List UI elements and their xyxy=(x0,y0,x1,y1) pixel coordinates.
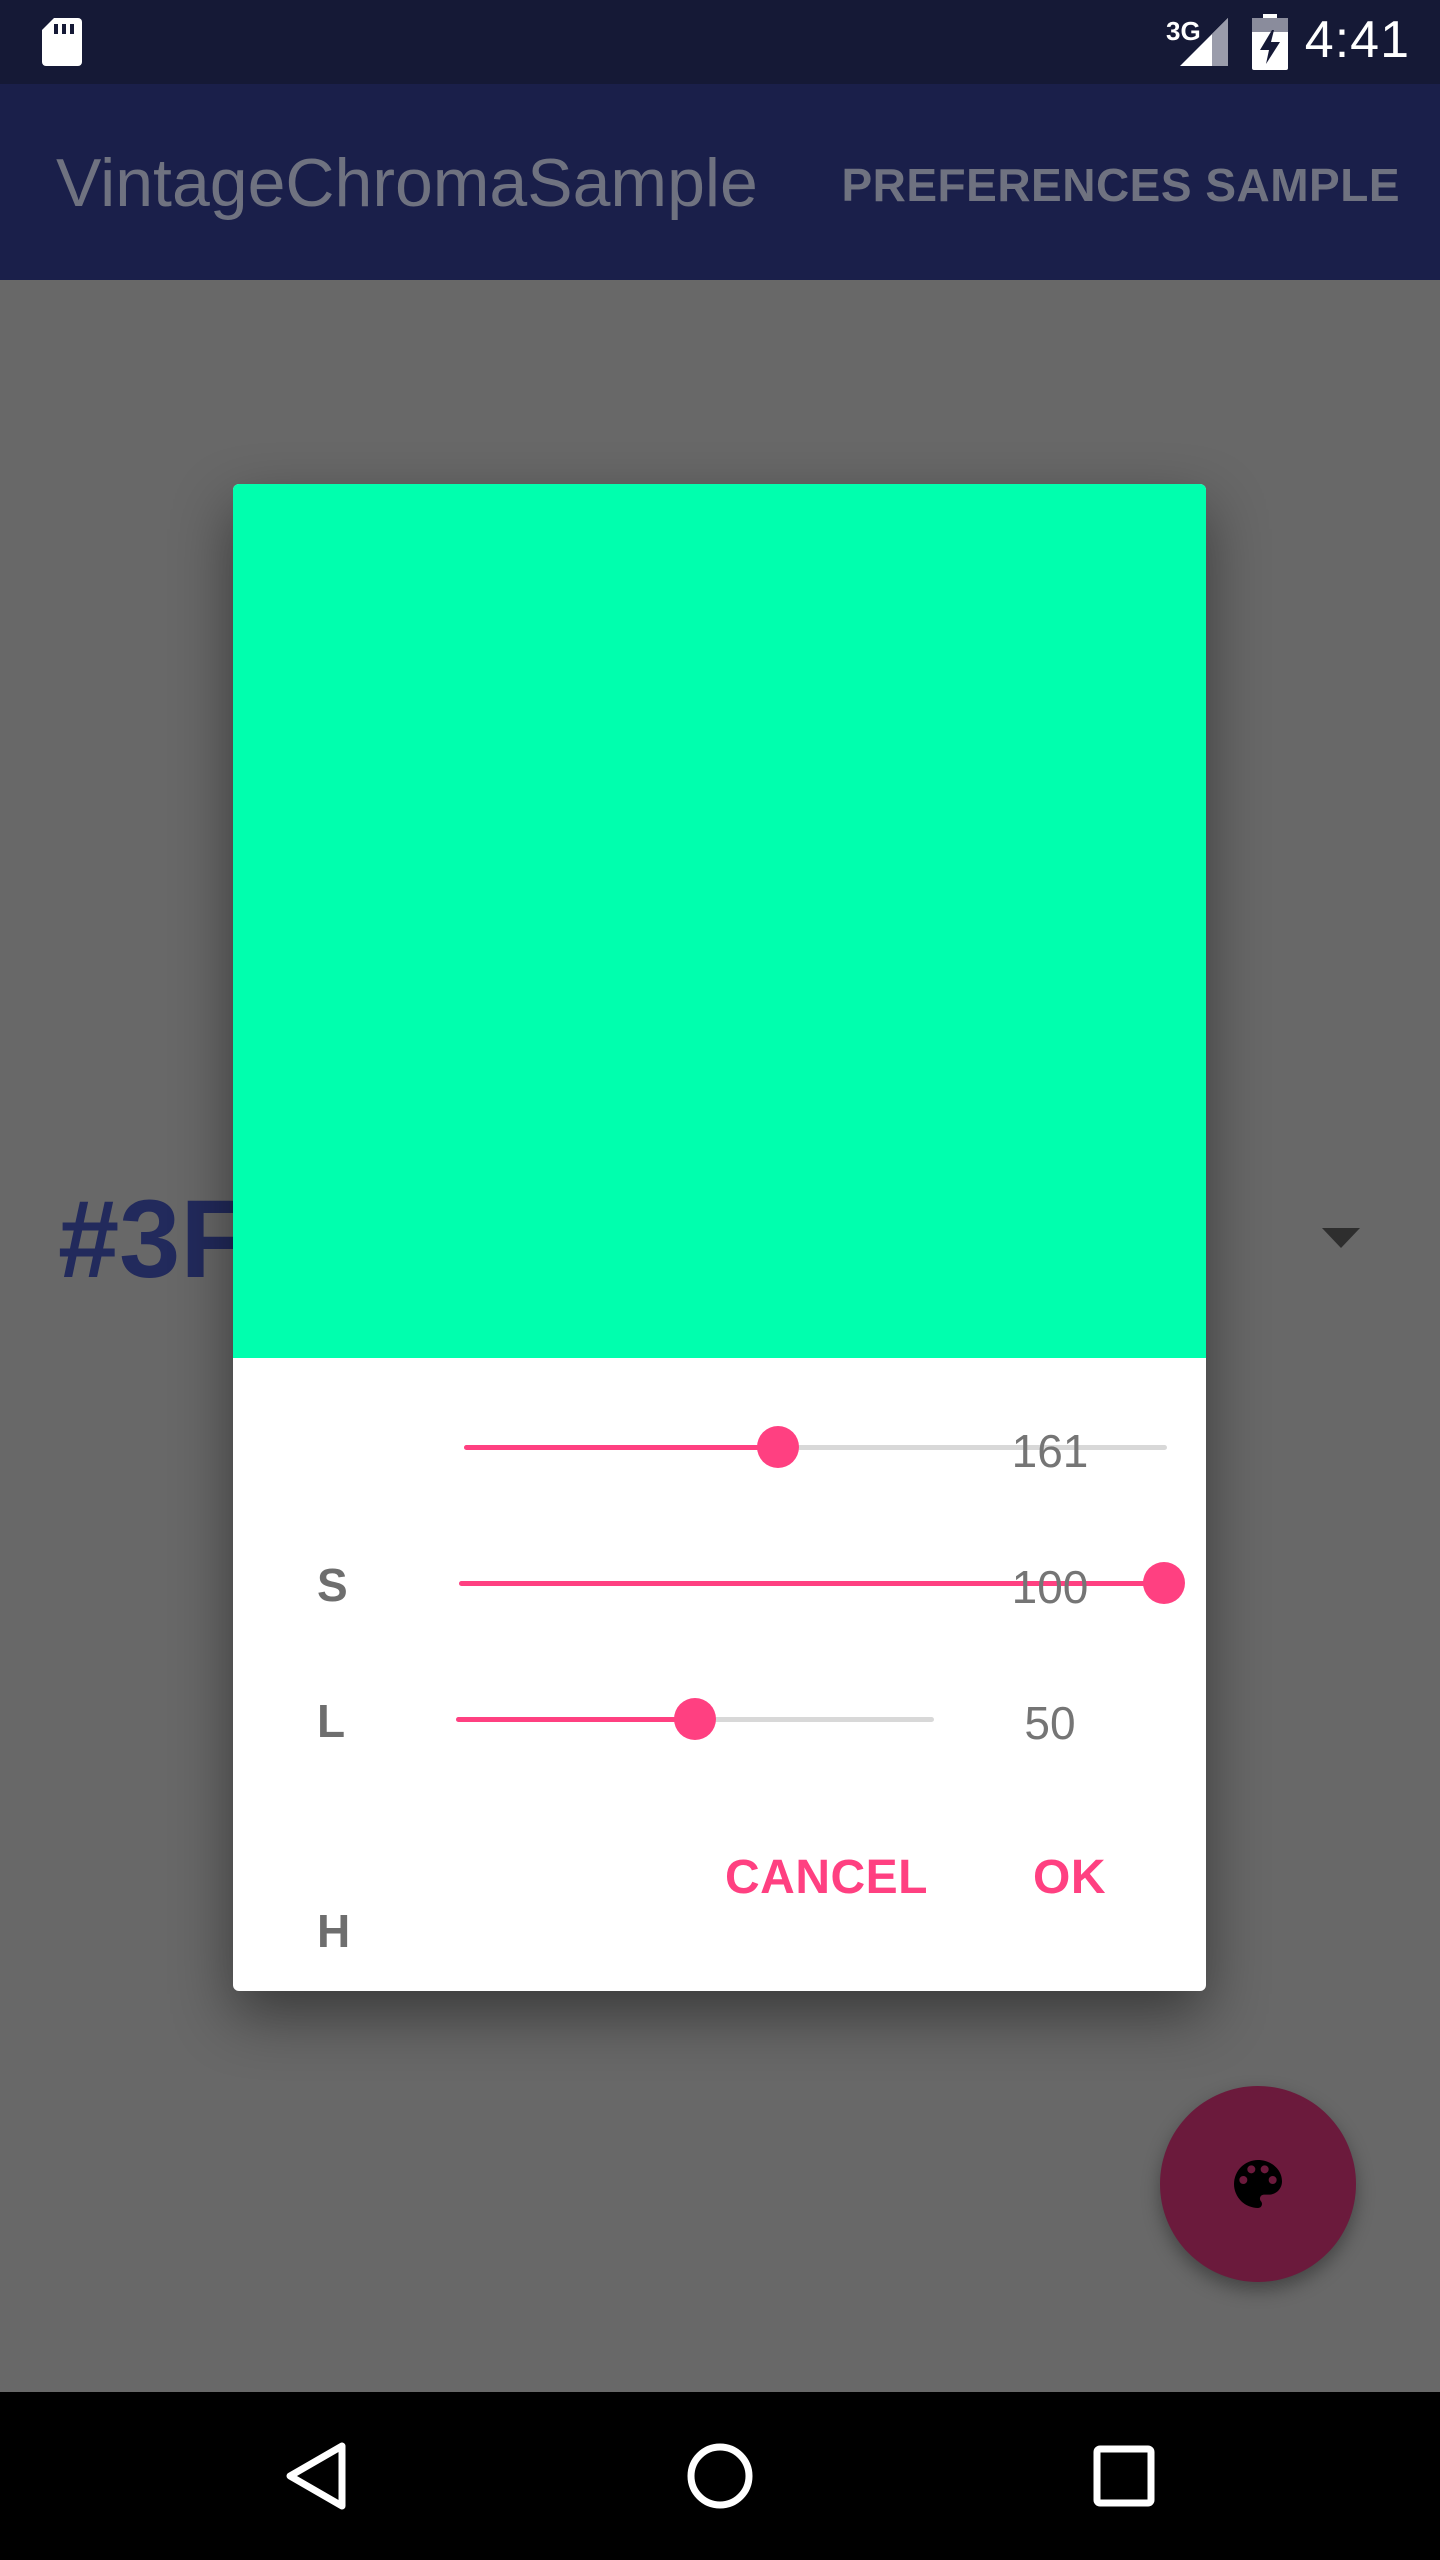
battery-charging-icon xyxy=(1252,14,1288,70)
status-time: 4:41 xyxy=(1304,11,1410,69)
app-bar: VintageChromaSample PREFERENCES SAMPLE xyxy=(0,84,1440,280)
color-preview xyxy=(233,484,1206,1358)
hue-slider-thumb[interactable] xyxy=(757,1426,800,1468)
home-icon[interactable] xyxy=(684,2440,756,2512)
saturation-label: S xyxy=(317,1559,348,1611)
hex-color-text: #3F xyxy=(58,1178,248,1301)
app-title: VintageChromaSample xyxy=(56,145,758,221)
navigation-bar xyxy=(0,2392,1440,2560)
recents-icon[interactable] xyxy=(1088,2440,1160,2512)
status-bar: 3G 4:41 xyxy=(0,0,1440,84)
hue-slider-fill xyxy=(464,1445,779,1450)
cancel-button[interactable]: CANCEL xyxy=(725,1850,928,1905)
hue-label: H xyxy=(317,1905,351,1957)
back-icon[interactable] xyxy=(280,2440,352,2512)
lightness-slider[interactable] xyxy=(456,1698,934,1740)
sd-card-icon xyxy=(42,18,82,66)
lightness-value: 50 xyxy=(1024,1697,1076,1749)
palette-icon xyxy=(1234,2160,1282,2208)
arrow-drop-down-icon[interactable] xyxy=(1322,1228,1360,1248)
lightness-slider-fill xyxy=(456,1717,695,1722)
palette-fab-button[interactable] xyxy=(1160,2086,1356,2282)
hue-value: 161 xyxy=(1011,1425,1089,1477)
saturation-slider-thumb[interactable] xyxy=(1143,1562,1185,1604)
saturation-value: 100 xyxy=(1011,1561,1089,1613)
preferences-sample-button[interactable]: PREFERENCES SAMPLE xyxy=(841,158,1400,212)
ok-button[interactable]: OK xyxy=(1033,1850,1106,1905)
cell-signal-icon xyxy=(1180,18,1228,66)
lightness-slider-thumb[interactable] xyxy=(674,1698,716,1740)
color-picker-dialog: H 161 S 100 L 50 CANCEL OK xyxy=(233,484,1206,1991)
lightness-label: L xyxy=(317,1695,346,1747)
